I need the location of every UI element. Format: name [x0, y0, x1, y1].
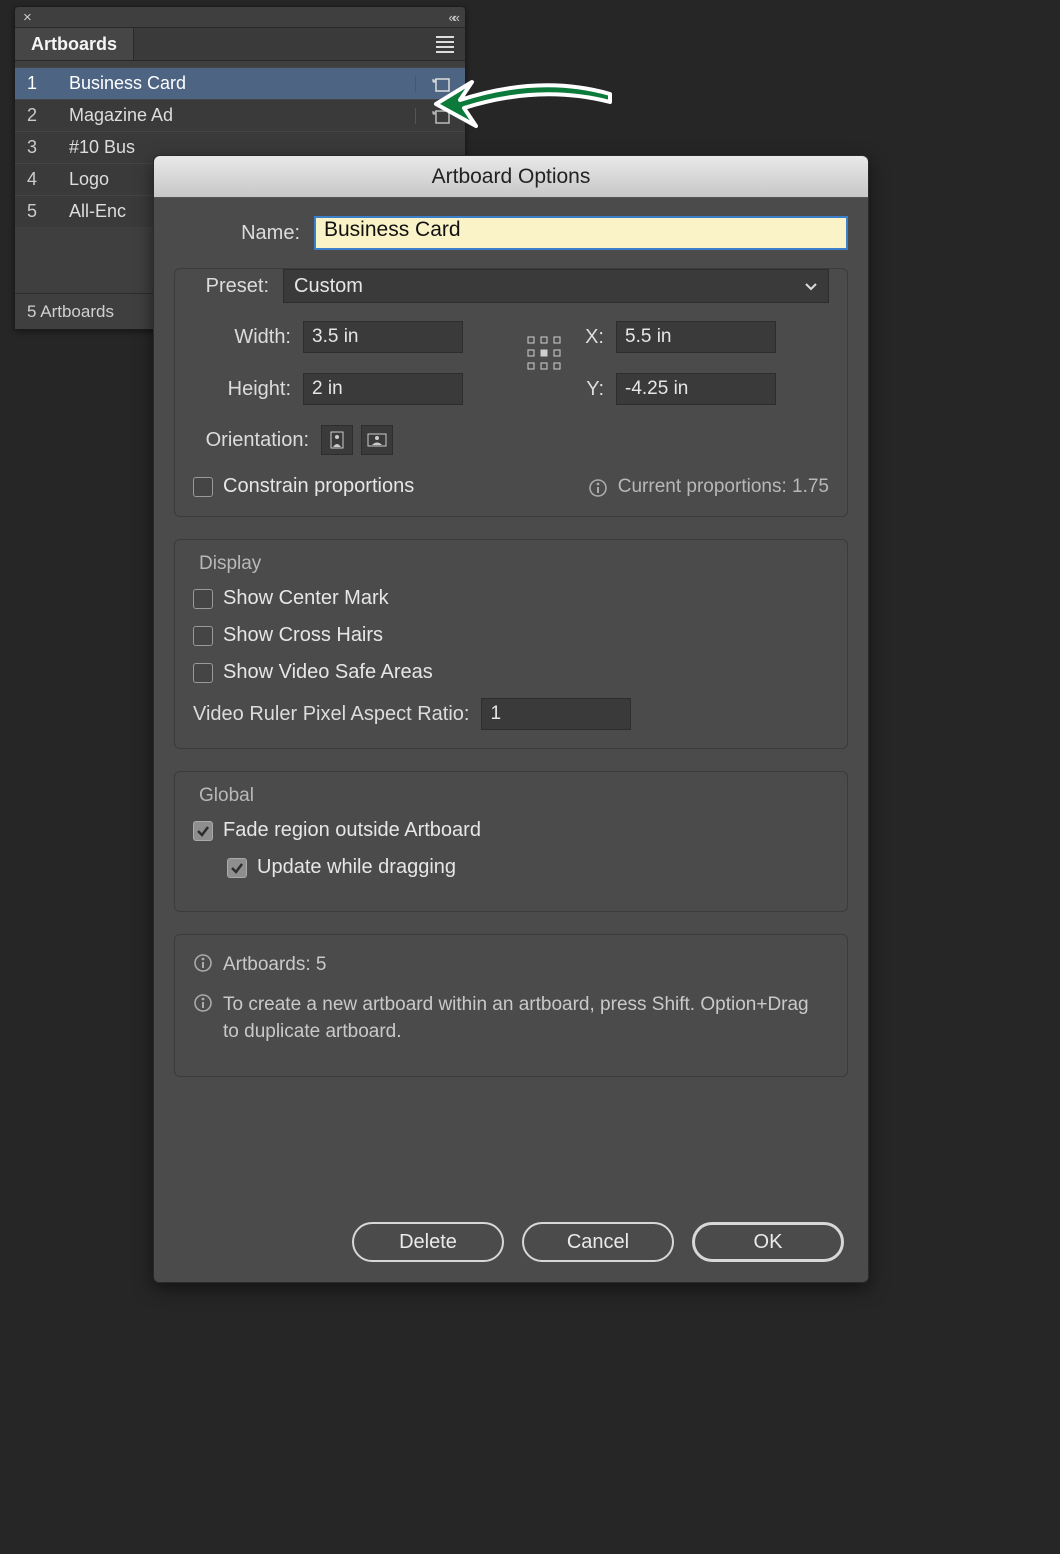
list-item[interactable]: 1 Business Card [15, 67, 465, 99]
reference-point-widget[interactable] [526, 335, 562, 371]
cancel-button[interactable]: Cancel [522, 1222, 674, 1262]
collapse-icon[interactable]: «« [449, 10, 457, 25]
video-ruler-field[interactable]: 1 [481, 698, 631, 730]
x-label: X: [576, 326, 616, 349]
info-icon [193, 953, 213, 973]
panel-menu-icon[interactable] [425, 28, 465, 60]
orientation-landscape-button[interactable] [361, 425, 393, 455]
video-ruler-label: Video Ruler Pixel Aspect Ratio: [193, 703, 481, 726]
preset-value: Custom [294, 275, 363, 298]
width-label: Width: [193, 326, 303, 349]
orientation-label: Orientation: [193, 429, 321, 452]
delete-button[interactable]: Delete [352, 1222, 504, 1262]
info-icon [193, 993, 213, 1013]
x-field[interactable]: 5.5 in [616, 321, 776, 353]
y-field[interactable]: -4.25 in [616, 373, 776, 405]
ok-button[interactable]: OK [692, 1222, 844, 1262]
orientation-icon[interactable] [415, 108, 465, 124]
panel-top-bar: × «« [15, 7, 465, 27]
display-group: Display Show Center Mark Show Cross Hair… [174, 539, 848, 749]
current-proportions-text: Current proportions: 1.75 [618, 476, 829, 498]
fade-region-label: Fade region outside Artboard [223, 819, 481, 842]
show-center-mark-label: Show Center Mark [223, 587, 389, 610]
orientation-portrait-button[interactable] [321, 425, 353, 455]
artboard-number: 2 [15, 105, 69, 126]
preset-group: Preset: Custom Width: 3.5 in Height: 2 i… [174, 268, 848, 517]
info-icon [588, 478, 608, 498]
y-label: Y: [576, 378, 616, 401]
tab-artboards[interactable]: Artboards [15, 28, 134, 60]
global-group: Global Fade region outside Artboard Upda… [174, 771, 848, 912]
artboard-options-dialog: Artboard Options Name: Business Card Pre… [153, 155, 869, 1283]
artboard-name: Business Card [69, 73, 415, 94]
show-video-safe-checkbox[interactable] [193, 663, 213, 683]
hint-text: To create a new artboard within an artbo… [223, 991, 829, 1046]
artboard-number: 5 [15, 201, 69, 222]
dialog-title: Artboard Options [154, 156, 868, 198]
artboard-number: 3 [15, 137, 69, 158]
info-group: Artboards: 5 To create a new artboard wi… [174, 934, 848, 1077]
artboard-number: 1 [15, 73, 69, 94]
height-label: Height: [193, 378, 303, 401]
update-while-dragging-label: Update while dragging [257, 856, 456, 879]
preset-label: Preset: [193, 275, 283, 298]
artboards-count-text: Artboards: 5 [223, 951, 327, 979]
artboard-name: Magazine Ad [69, 105, 415, 126]
update-while-dragging-checkbox[interactable] [227, 858, 247, 878]
show-cross-hairs-checkbox[interactable] [193, 626, 213, 646]
chevron-down-icon [804, 279, 818, 293]
global-legend: Global [193, 785, 260, 807]
show-video-safe-label: Show Video Safe Areas [223, 661, 433, 684]
display-legend: Display [193, 553, 267, 575]
orientation-icon[interactable] [415, 76, 465, 92]
preset-dropdown[interactable]: Custom [283, 269, 829, 303]
constrain-proportions-label: Constrain proportions [223, 475, 414, 498]
panel-tab-bar: Artboards [15, 27, 465, 61]
height-field[interactable]: 2 in [303, 373, 463, 405]
show-cross-hairs-label: Show Cross Hairs [223, 624, 383, 647]
fade-region-checkbox[interactable] [193, 821, 213, 841]
width-field[interactable]: 3.5 in [303, 321, 463, 353]
name-label: Name: [174, 222, 314, 245]
constrain-proportions-checkbox[interactable] [193, 477, 213, 497]
show-center-mark-checkbox[interactable] [193, 589, 213, 609]
dialog-button-bar: Delete Cancel OK [154, 1222, 868, 1262]
close-icon[interactable]: × [23, 9, 32, 26]
name-field[interactable]: Business Card [314, 216, 848, 250]
list-item[interactable]: 2 Magazine Ad [15, 99, 465, 131]
artboard-number: 4 [15, 169, 69, 190]
